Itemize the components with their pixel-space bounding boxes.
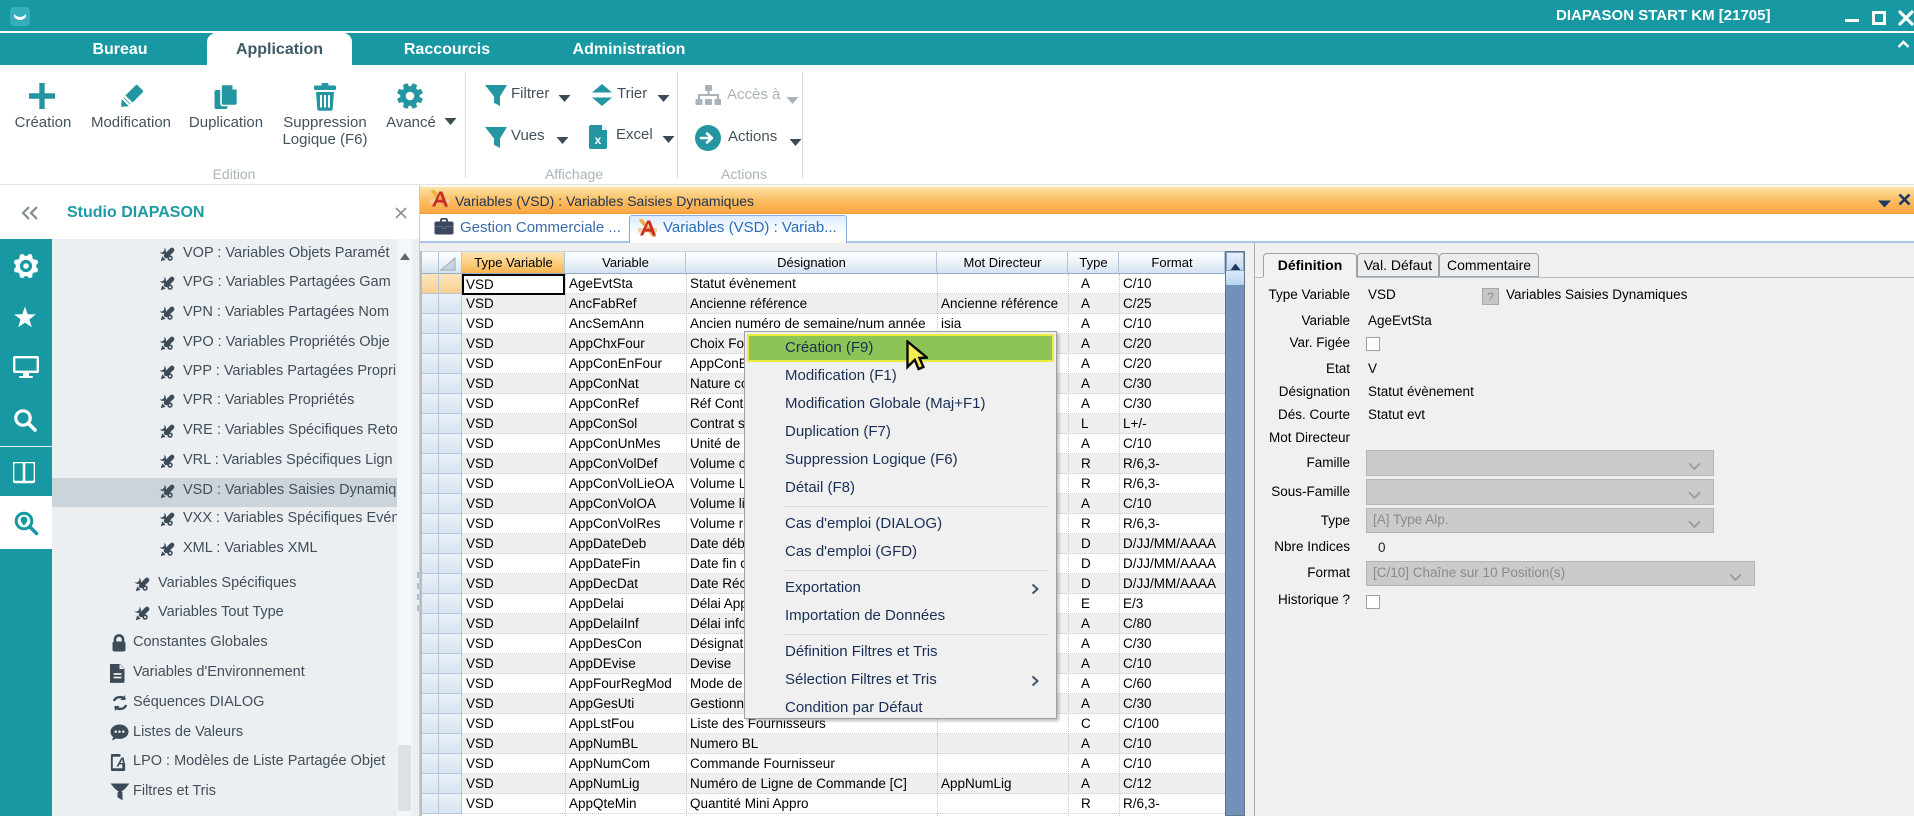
svg-text:x: x — [595, 133, 602, 147]
svg-text:A: A — [116, 755, 126, 770]
